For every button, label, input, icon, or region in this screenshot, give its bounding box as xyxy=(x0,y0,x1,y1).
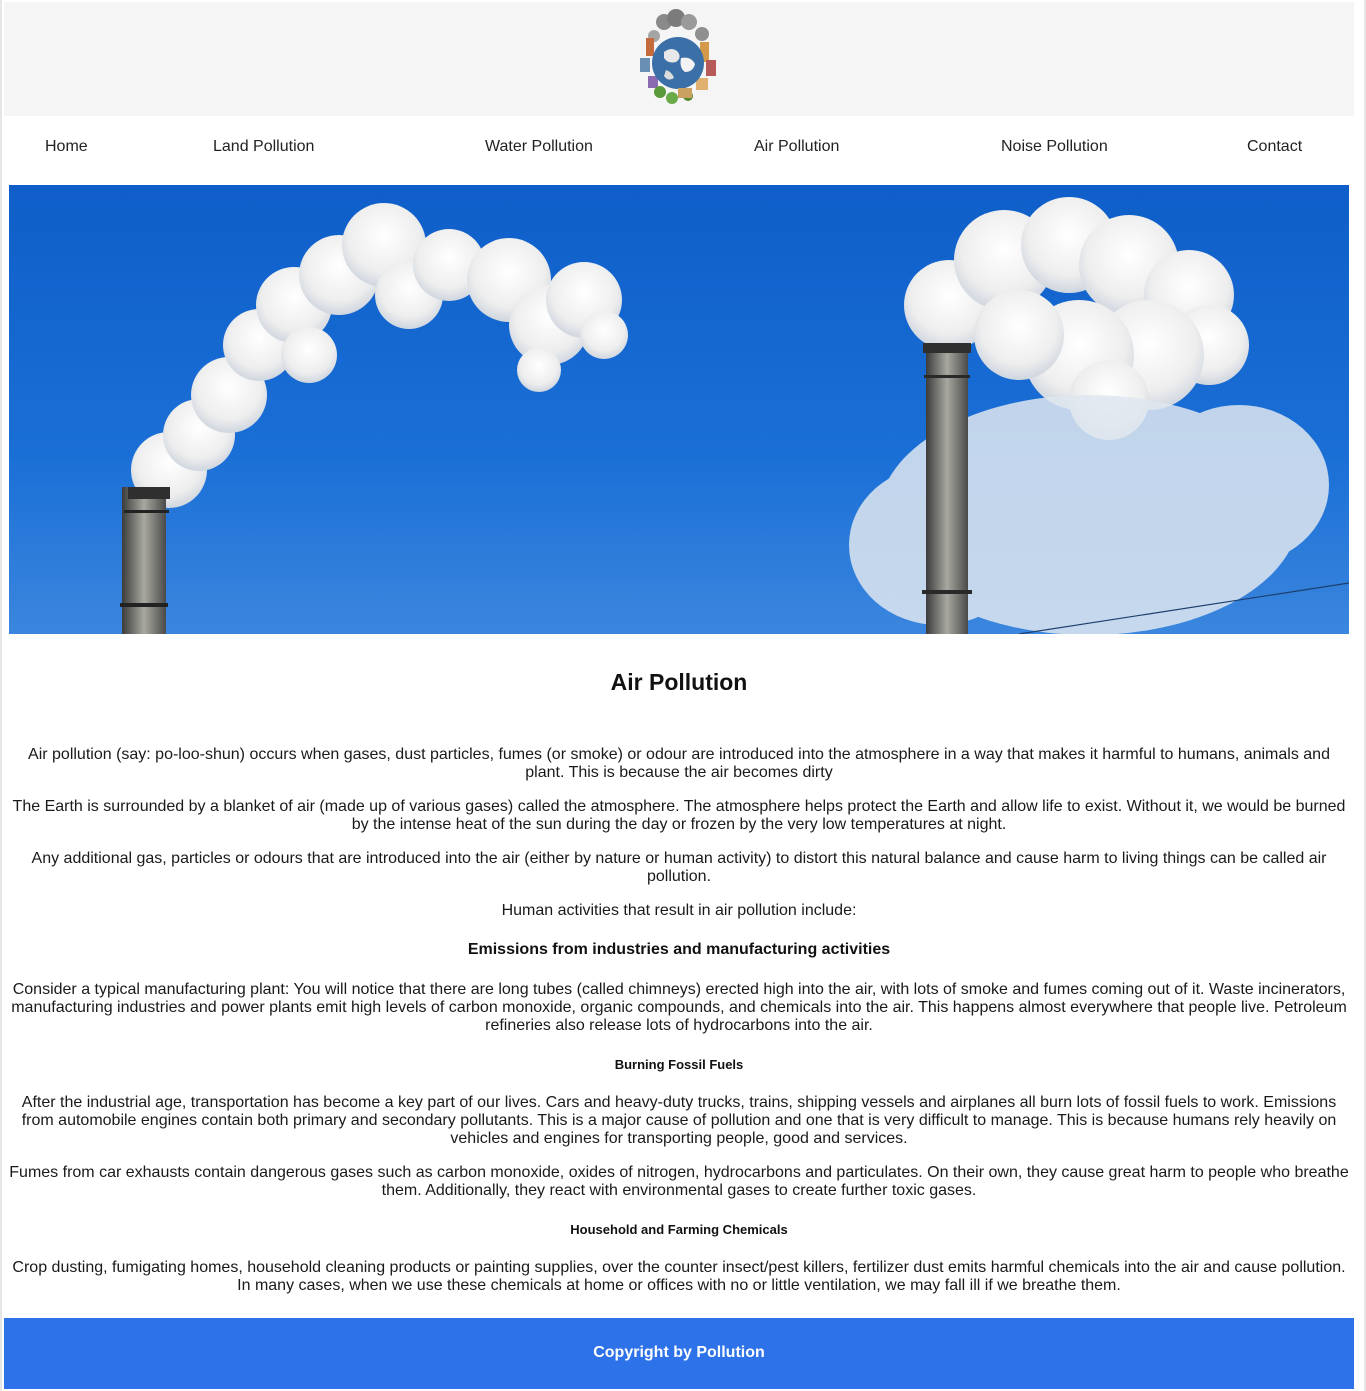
smokestacks-image xyxy=(9,185,1349,634)
nav-land-pollution[interactable]: Land Pollution xyxy=(213,138,314,156)
paragraph-intro: Air pollution (say: po-loo-shun) occurs … xyxy=(28,746,1330,781)
page-title: Air Pollution xyxy=(610,669,748,695)
polluted-earth-logo[interactable] xyxy=(626,8,730,110)
section-heading-chemicals: Household and Farming Chemicals xyxy=(570,1222,788,1237)
site-header xyxy=(4,2,1354,116)
hero-image xyxy=(9,185,1349,634)
nav-noise-pollution[interactable]: Noise Pollution xyxy=(1001,138,1108,156)
paragraph-fossil-fuels-1: After the industrial age, transportation… xyxy=(21,1094,1337,1147)
paragraph-emissions: Consider a typical manufacturing plant: … xyxy=(11,981,1347,1034)
nav-home[interactable]: Home xyxy=(45,138,88,156)
main-nav: Home Land Pollution Water Pollution Air … xyxy=(4,116,1354,185)
section-heading-fossil-fuels: Burning Fossil Fuels xyxy=(614,1057,744,1072)
paragraph-balance: Any additional gas, particles or odours … xyxy=(31,850,1327,885)
site-footer: Copyright by Pollution xyxy=(4,1318,1354,1389)
nav-water-pollution[interactable]: Water Pollution xyxy=(485,138,593,156)
paragraph-activities-intro: Human activities that result in air poll… xyxy=(501,902,857,919)
section-heading-emissions: Emissions from industries and manufactur… xyxy=(467,941,891,958)
page: Home Land Pollution Water Pollution Air … xyxy=(0,0,1366,1391)
nav-contact[interactable]: Contact xyxy=(1247,138,1302,156)
paragraph-chemicals: Crop dusting, fumigating homes, househol… xyxy=(12,1259,1346,1294)
nav-air-pollution[interactable]: Air Pollution xyxy=(754,138,839,156)
copyright-text: Copyright by Pollution xyxy=(593,1344,765,1361)
main-content: Air Pollution Air pollution (say: po-loo… xyxy=(4,634,1354,1318)
paragraph-fossil-fuels-2: Fumes from car exhausts contain dangerou… xyxy=(9,1164,1349,1199)
paragraph-atmosphere: The Earth is surrounded by a blanket of … xyxy=(12,798,1346,833)
